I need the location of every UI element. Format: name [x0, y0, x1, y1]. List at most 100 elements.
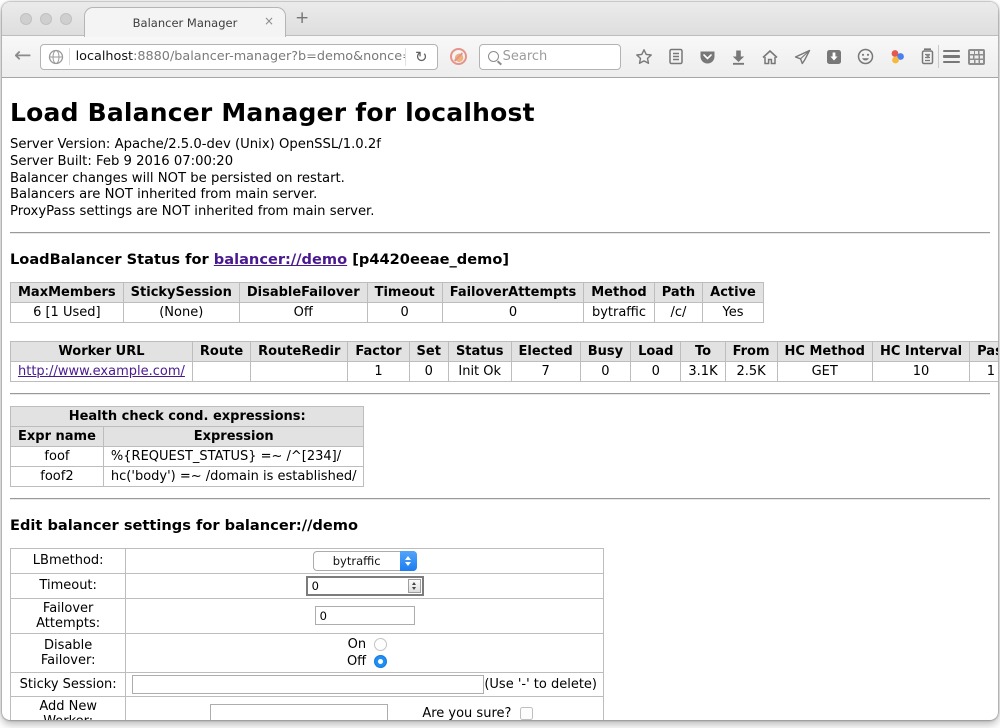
downloads-icon[interactable]	[731, 49, 746, 65]
col-hc-interval: HC Interval	[872, 341, 969, 361]
cell: hc('body') =~ /domain is established/	[103, 466, 364, 486]
disable-failover-label: Disable Failover:	[11, 633, 126, 672]
persist-note: Balancer changes will NOT be persisted o…	[10, 171, 990, 188]
lbmethod-select[interactable]: bytraffic	[313, 551, 417, 571]
failover-on-radio[interactable]	[374, 638, 387, 651]
table-header-row: MaxMembers StickySession DisableFailover…	[11, 282, 764, 302]
home-icon[interactable]	[761, 49, 779, 65]
balancer-status-table: MaxMembers StickySession DisableFailover…	[10, 282, 764, 323]
spacer	[963, 45, 964, 68]
cell: 0	[580, 361, 630, 381]
bookmark-star-icon[interactable]	[635, 48, 653, 66]
reload-icon[interactable]: ↻	[405, 48, 437, 66]
tab-close-icon[interactable]: ×	[264, 15, 274, 27]
col-busy: Busy	[580, 341, 630, 361]
col-load: Load	[631, 341, 681, 361]
divider	[10, 498, 990, 500]
worker-row: http://www.example.com/ 1 0 Init Ok 7 0 …	[11, 361, 999, 381]
sticky-session-input[interactable]	[132, 675, 484, 694]
page-title: Load Balancer Manager for localhost	[10, 98, 990, 127]
search-bar[interactable]: Search	[479, 44, 621, 70]
are-you-sure-checkbox[interactable]	[520, 707, 533, 720]
chevron-down-icon[interactable]: ▾	[926, 52, 931, 62]
health-row: foof2 hc('body') =~ /domain is establish…	[11, 466, 364, 486]
menu-icon[interactable]	[943, 50, 960, 64]
balancer-settings-form: LBmethod: bytraffic Timeout:	[10, 548, 604, 720]
proxypass-note: ProxyPass settings are NOT inherited fro…	[10, 204, 990, 221]
url-domain: localhost	[76, 49, 133, 64]
colors-icon[interactable]	[889, 48, 906, 65]
timeout-label: Timeout:	[11, 573, 126, 598]
cell: foof2	[11, 466, 104, 486]
col-route: Route	[192, 341, 250, 361]
worker-url-link[interactable]: http://www.example.com/	[18, 364, 185, 379]
col-passes: Passes	[970, 341, 998, 361]
col-stickysession: StickySession	[123, 282, 239, 302]
col-failoverattempts: FailoverAttempts	[442, 282, 584, 302]
cell: /c/	[654, 302, 702, 322]
table-row: 6 [1 Used] (None) Off 0 0 bytraffic /c/ …	[11, 302, 764, 322]
failover-attempts-label: Failover Attempts:	[11, 598, 126, 633]
extension-download-icon[interactable]	[826, 49, 842, 65]
tab-balancer-manager[interactable]: Balancer Manager ×	[84, 7, 286, 37]
col-routeredir: RouteRedir	[251, 341, 348, 361]
lbmethod-selected-value: bytraffic	[314, 554, 400, 568]
cell: 0	[442, 302, 584, 322]
toolbar-icons	[635, 48, 934, 66]
minimize-window-button[interactable]	[40, 13, 52, 25]
number-stepper-icon[interactable]	[408, 579, 421, 593]
toolbar-separator	[938, 45, 939, 68]
cell: 6 [1 Used]	[11, 302, 124, 322]
add-worker-input[interactable]	[210, 704, 388, 720]
edit-settings-heading: Edit balancer settings for balancer://de…	[10, 517, 990, 534]
back-button[interactable]: ←	[14, 45, 32, 66]
failover-attempts-input[interactable]	[315, 606, 415, 625]
page-content: Load Balancer Manager for localhost Serv…	[2, 98, 998, 720]
radio-on-label: On	[342, 637, 366, 652]
tiles-icon[interactable]	[967, 48, 986, 66]
close-window-button[interactable]	[20, 13, 32, 25]
cell: 1 (0)	[970, 361, 998, 381]
new-tab-button[interactable]: +	[295, 8, 309, 28]
reading-list-icon[interactable]	[668, 48, 684, 65]
health-check-table: Health check cond. expressions: Expr nam…	[10, 406, 364, 487]
cell: (None)	[123, 302, 239, 322]
site-identity-globe-icon	[48, 49, 64, 65]
zoom-window-button[interactable]	[60, 13, 72, 25]
cell: bytraffic	[584, 302, 654, 322]
timeout-input[interactable]	[306, 576, 424, 596]
cell: 1	[348, 361, 409, 381]
cell: %{REQUEST_STATUS} =~ /^[234]/	[103, 446, 364, 466]
status-heading-prefix: LoadBalancer Status for	[10, 251, 214, 268]
col-worker-url: Worker URL	[11, 341, 193, 361]
cell: Yes	[703, 302, 764, 322]
tab-title: Balancer Manager	[133, 16, 238, 30]
col-expr-name: Expr name	[11, 426, 104, 446]
col-active: Active	[703, 282, 764, 302]
col-method: Method	[584, 282, 654, 302]
url-text[interactable]: localhost:8880/balancer-manager?b=demo&n…	[70, 49, 405, 64]
col-hc-method: HC Method	[777, 341, 872, 361]
add-worker-label: Add New Worker:	[11, 696, 126, 720]
feedback-smiley-icon[interactable]	[857, 48, 874, 65]
inherit-note: Balancers are NOT inherited from main se…	[10, 187, 990, 204]
col-elected: Elected	[511, 341, 580, 361]
traffic-lights	[20, 13, 72, 25]
pocket-icon[interactable]	[699, 49, 716, 65]
cell: 7	[511, 361, 580, 381]
table-header-row: Worker URL Route RouteRedir Factor Set S…	[11, 341, 999, 361]
content-blocker-icon[interactable]	[450, 48, 467, 65]
sticky-session-note: (Use '-' to delete)	[484, 677, 599, 692]
search-icon	[488, 51, 499, 62]
select-stepper-icon	[400, 551, 417, 571]
url-bar[interactable]: localhost:8880/balancer-manager?b=demo&n…	[40, 44, 438, 70]
col-factor: Factor	[348, 341, 409, 361]
cell: GET	[777, 361, 872, 381]
send-plane-icon[interactable]	[794, 49, 811, 65]
cell: 0	[409, 361, 448, 381]
failover-off-radio[interactable]	[374, 655, 387, 668]
health-table-title: Health check cond. expressions:	[11, 406, 364, 426]
timeout-value[interactable]	[308, 579, 392, 593]
balancer-link[interactable]: balancer://demo	[214, 251, 347, 268]
cell: 0	[631, 361, 681, 381]
